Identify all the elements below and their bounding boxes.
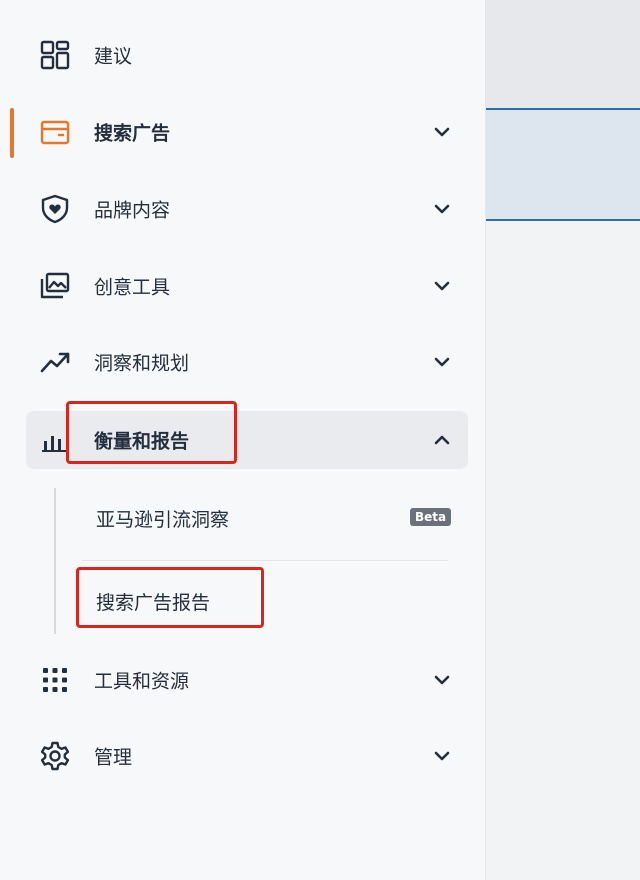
- nav-item-creative-tools[interactable]: 创意工具: [26, 259, 468, 313]
- nav-item-label: 品牌内容: [94, 199, 171, 222]
- nav-item-tools-resources[interactable]: 工具和资源: [26, 653, 468, 707]
- nav-item-sponsored-ads[interactable]: 搜索广告: [26, 105, 468, 159]
- nav-item-label: 搜索广告: [94, 122, 171, 145]
- chevron-down-icon[interactable]: [430, 197, 454, 221]
- chevron-down-icon[interactable]: [430, 744, 454, 768]
- chevron-down-icon[interactable]: [430, 350, 454, 374]
- nav-item-label: 工具和资源: [94, 670, 190, 693]
- content-panel: [486, 0, 640, 880]
- nav-item-administration[interactable]: 管理: [26, 729, 468, 783]
- nav-item-label: 创意工具: [94, 276, 171, 299]
- nav-item-recommendations[interactable]: 建议: [26, 28, 468, 82]
- selected-row: [486, 108, 640, 221]
- apps-grid-icon: [38, 663, 72, 697]
- chevron-down-icon[interactable]: [430, 120, 454, 144]
- submenu-guide-line: [54, 488, 56, 634]
- nav-item-label: 洞察和规划: [94, 352, 190, 375]
- shield-heart-icon: [38, 192, 72, 226]
- submenu-divider: [82, 560, 448, 561]
- subnav-item-label: 亚马逊引流洞察: [96, 508, 230, 531]
- subnav-item-traffic-insights[interactable]: 亚马逊引流洞察: [96, 498, 229, 538]
- trend-up-icon: [38, 345, 72, 379]
- highlight-box-sponsored-ads-reports: [76, 567, 264, 628]
- highlight-box-measurement: [66, 401, 237, 464]
- nav-item-insights-planning[interactable]: 洞察和规划: [26, 335, 468, 389]
- active-indicator: [10, 108, 14, 158]
- images-icon: [38, 269, 72, 303]
- sidebar-nav: 建议 搜索广告 品牌内容 创意工具 洞察和规划 衡量和报告 亚马逊引流洞察 Be…: [0, 0, 486, 880]
- chevron-up-icon[interactable]: [430, 428, 454, 452]
- chevron-down-icon[interactable]: [430, 668, 454, 692]
- chevron-down-icon[interactable]: [430, 274, 454, 298]
- nav-item-label: 建议: [94, 45, 133, 68]
- content-header: [486, 0, 640, 108]
- wallet-icon: [38, 115, 72, 149]
- beta-badge: Beta: [410, 508, 452, 526]
- gear-icon: [38, 739, 72, 773]
- grid-icon: [38, 38, 72, 72]
- nav-item-label: 管理: [94, 746, 133, 769]
- nav-item-brand-content[interactable]: 品牌内容: [26, 182, 468, 236]
